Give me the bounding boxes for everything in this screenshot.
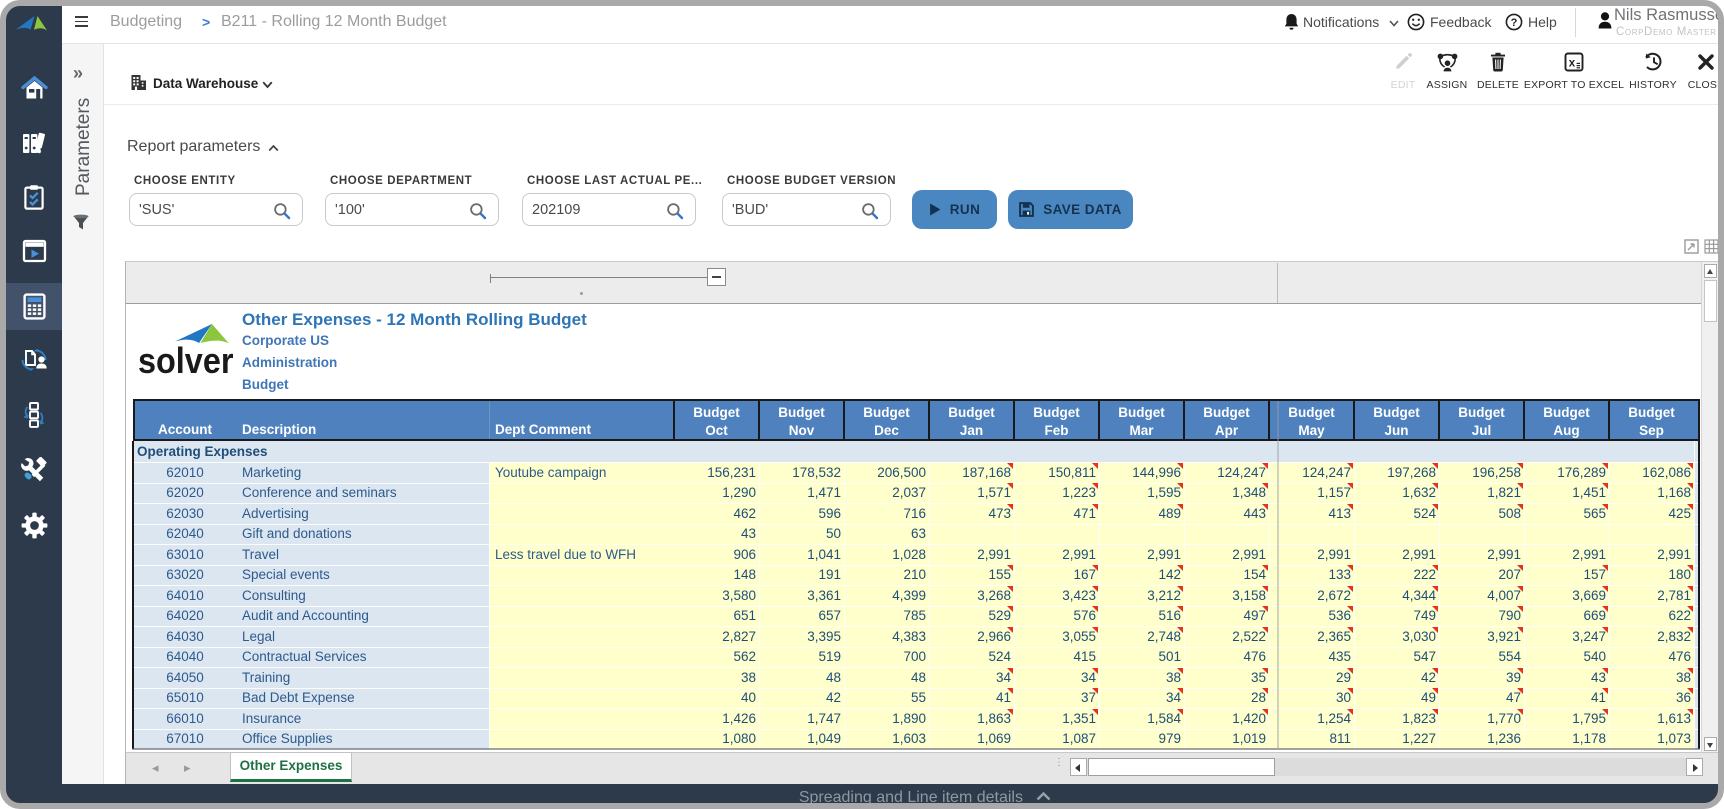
svg-text:x: x <box>1569 57 1576 69</box>
svg-text:?: ? <box>1511 17 1518 29</box>
